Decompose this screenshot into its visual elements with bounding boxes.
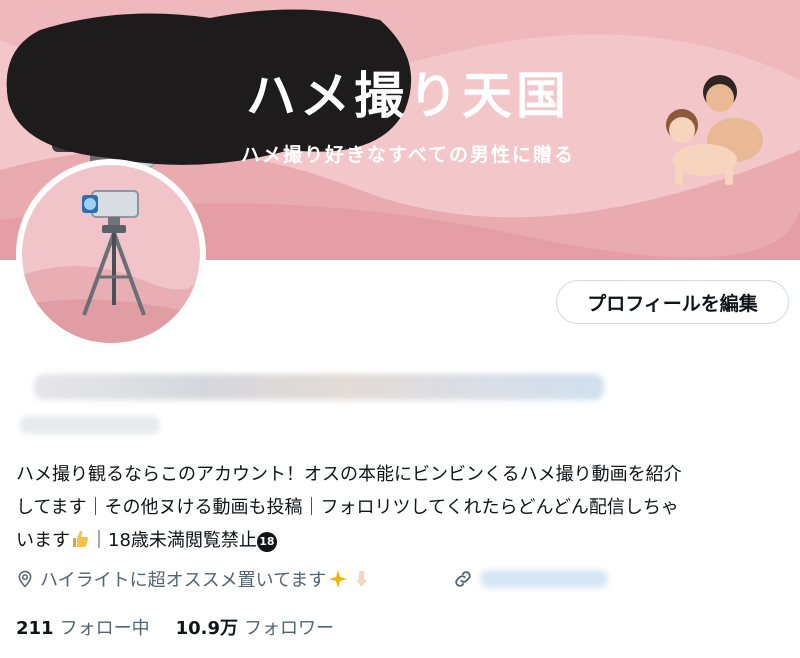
edit-profile-button[interactable]: プロフィールを編集: [556, 280, 789, 324]
followers-link[interactable]: 10.9万 フォロワー: [176, 614, 334, 640]
profile-link-redacted[interactable]: [480, 570, 608, 588]
banner-subtitle: ハメ撮り好きなすべての男性に贈る: [241, 144, 575, 166]
age-restriction-badge: 18: [256, 531, 277, 552]
following-link[interactable]: 211 フォロー中: [16, 614, 150, 640]
followers-label: フォロワー: [244, 618, 334, 639]
follow-stats: 211 フォロー中 10.9万 フォロワー: [16, 614, 334, 640]
bio-line-3b: ｜18歳未満閲覧禁止: [90, 530, 257, 551]
profile-meta-row: ハイライトに超オススメ置いてます: [16, 566, 372, 592]
thumbs-up-icon: [73, 530, 89, 547]
display-name-redacted: [34, 374, 604, 400]
username-redacted: [20, 416, 160, 434]
camera-tripod-icon: [22, 165, 200, 343]
following-count: 211: [16, 618, 54, 639]
bio-line-2: してます｜その他ヌける動画も投稿｜フォロリツしてくれたらどんどん配信しちゃ: [16, 497, 679, 518]
following-label: フォロー中: [59, 618, 150, 639]
profile-bio: ハメ撮り観るならこのアカウント！オスの本能にビンビンくるハメ撮り動画を紹介 して…: [16, 458, 786, 557]
sparkles-icon: [329, 570, 348, 588]
location-pin-icon: [18, 570, 32, 588]
bio-line-1: ハメ撮り観るならこのアカウント！オスの本能にビンビンくるハメ撮り動画を紹介: [16, 464, 682, 485]
link-icon: [455, 571, 471, 587]
bio-line-3a: います: [16, 530, 70, 551]
pointing-down-icon: [356, 571, 368, 587]
profile-location: ハイライトに超オススメ置いてます: [40, 570, 327, 591]
couple-illustration: [666, 75, 763, 185]
followers-count: 10.9万: [175, 618, 238, 639]
banner-title: ハメ撮り天国: [246, 67, 570, 125]
profile-avatar[interactable]: [16, 159, 206, 349]
